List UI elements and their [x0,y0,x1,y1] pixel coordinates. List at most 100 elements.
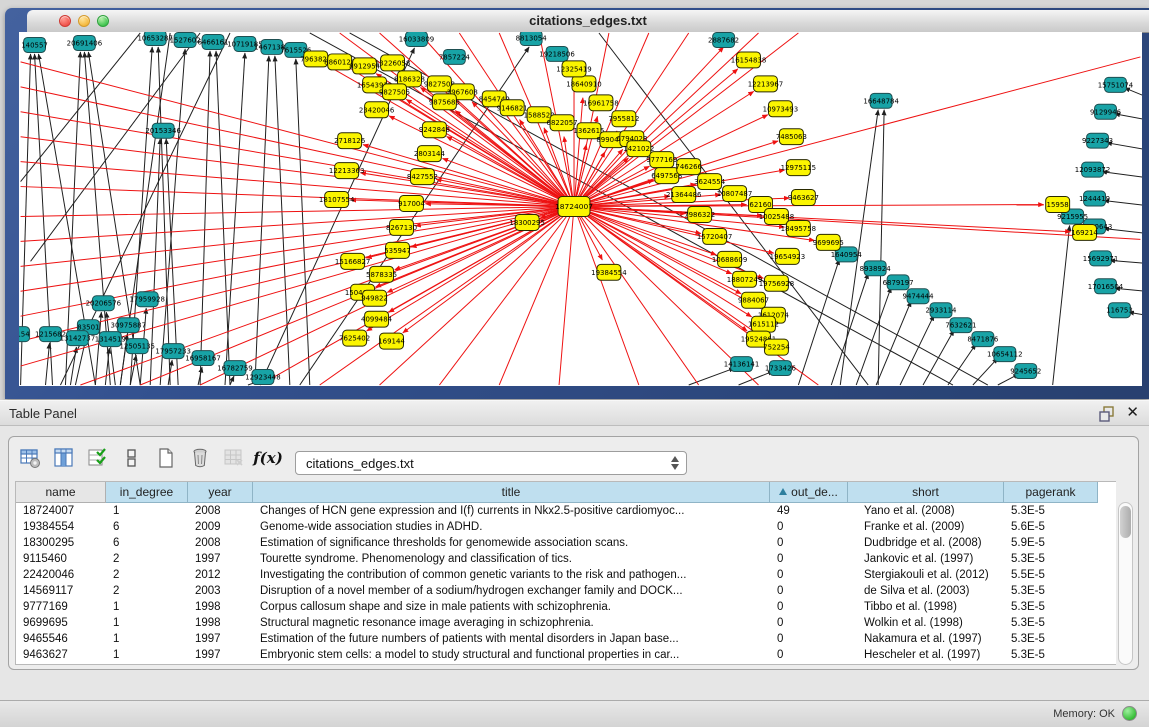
graph-node[interactable]: 2887682 [708,32,739,47]
table-cell[interactable]: 14569117 [16,583,106,599]
column-header-out-de-[interactable]: out_de... [770,482,848,503]
table-cell[interactable]: 49 [770,503,848,519]
table-cell[interactable]: 0 [770,583,848,599]
graph-node[interactable]: 14136141 [724,357,759,372]
graph-node[interactable]: 19756928 [759,275,794,291]
table-row[interactable]: 911546021997Tourette syndrome. Phenomeno… [16,551,1116,567]
close-panel-icon[interactable]: ✕ [1126,404,1139,422]
graph-node[interactable]: 18107554 [319,192,355,208]
table-cell[interactable]: 0 [770,551,848,567]
graph-node[interactable]: 746266 [675,159,702,175]
graph-node[interactable]: 9227343 [1082,133,1113,148]
delete-columns-icon[interactable] [187,445,213,471]
graph-node[interactable]: 8427552 [407,169,438,185]
graph-node[interactable]: 535947 [384,242,411,258]
graph-node[interactable]: 7857224 [439,49,471,64]
graph-node[interactable]: 9129946 [1090,104,1121,119]
table-cell[interactable]: 1997 [188,551,253,567]
graph-node[interactable]: 10688609 [712,251,747,267]
table-row[interactable]: 1872400712008Changes of HCN gene express… [16,503,1116,519]
table-row[interactable]: 946362711997Embryonic stem cells: a mode… [16,647,1116,663]
table-cell[interactable]: 1998 [188,615,253,631]
table-cell[interactable]: 9699695 [16,615,106,631]
graph-node[interactable]: 9827505 [379,84,410,100]
graph-node[interactable]: 7986322 [684,207,715,223]
graph-node[interactable]: 16648784 [863,93,899,108]
graph-node[interactable]: 9463627 [788,190,819,206]
table-cell[interactable]: Nakamura et al. (1997) [848,631,1004,647]
table-cell[interactable]: 9463627 [16,647,106,663]
scrollbar-thumb[interactable] [1120,506,1131,538]
column-header-short[interactable]: short [848,482,1004,503]
delete-table-icon[interactable] [221,445,247,471]
table-cell[interactable]: 2 [106,551,188,567]
table-cell[interactable]: 1 [106,599,188,615]
graph-node[interactable]: 9242848 [419,122,450,138]
graph-node[interactable]: 6466161 [198,34,229,49]
vertical-scrollbar[interactable] [1118,502,1133,665]
table-cell[interactable]: Embryonic stem cells: a model to study s… [253,647,770,663]
graph-node[interactable]: 9875685 [429,94,460,110]
graph-node[interactable]: 12213967 [748,76,783,92]
graph-node[interactable]: 7632621 [945,318,976,333]
table-cell[interactable]: 9777169 [16,599,106,615]
float-panel-icon[interactable] [1099,406,1115,422]
table-cell[interactable]: Structural magnetic resonance image aver… [253,615,770,631]
table-cell[interactable]: 2009 [188,519,253,535]
table-row[interactable]: 1830029562008Estimation of significance … [16,535,1116,551]
table-row[interactable]: 946554611997Estimation of the future num… [16,631,1116,647]
table-cell[interactable]: Franke et al. (2009) [848,519,1004,535]
table-cell[interactable]: 2008 [188,535,253,551]
table-cell[interactable]: 5.3E-5 [1004,503,1098,519]
graph-node[interactable]: 10973493 [763,101,798,117]
graph-node[interactable]: 2933114 [925,303,957,318]
table-cell[interactable]: Tourette syndrome. Phenomenology and cla… [253,551,770,567]
graph-node[interactable]: 8267130 [386,219,417,235]
table-row[interactable]: 1938455462009Genome-wide association stu… [16,519,1116,535]
table-cell[interactable]: 9465546 [16,631,106,647]
table-cell[interactable]: 1 [106,631,188,647]
graph-node[interactable]: 17016504 [1088,279,1124,294]
graph-node[interactable]: 8813054 [516,32,548,45]
table-cell[interactable]: 0 [770,567,848,583]
graph-node[interactable]: 10654112 [987,347,1022,362]
table-cell[interactable]: 2003 [188,583,253,599]
table-cell[interactable]: 0 [770,631,848,647]
graph-node[interactable]: 1527602 [170,32,201,47]
graph-node[interactable]: 18724007 [555,197,593,217]
create-column-icon[interactable] [153,445,179,471]
table-cell[interactable]: 2008 [188,503,253,519]
graph-node[interactable]: 752254 [763,339,790,355]
graph-node[interactable]: 2718126 [334,133,365,149]
table-cell[interactable]: 18724007 [16,503,106,519]
table-cell[interactable]: Jankovic et al. (1997) [848,551,1004,567]
table-cell[interactable]: 1 [106,615,188,631]
table-cell[interactable]: 5.9E-5 [1004,535,1098,551]
graph-node[interactable]: 7955812 [608,111,639,127]
graph-node[interactable]: 116753 [1106,303,1133,318]
table-mode-icon[interactable] [17,445,43,471]
table-cell[interactable]: 5.3E-5 [1004,631,1098,647]
graph-node[interactable]: 1615112 [748,316,779,332]
graph-node[interactable]: 1733426 [765,361,796,376]
table-cell[interactable]: 0 [770,599,848,615]
table-cell[interactable]: 18300295 [16,535,106,551]
column-header-pagerank[interactable]: pagerank [1004,482,1098,503]
select-columns-icon[interactable] [85,445,111,471]
table-cell[interactable]: 1 [106,503,188,519]
table-cell[interactable]: 6 [106,535,188,551]
memory-status-indicator[interactable] [1122,706,1137,721]
table-cell[interactable]: Wolkin et al. (1998) [848,615,1004,631]
table-cell[interactable]: 0 [770,647,848,663]
table-cell[interactable]: Corpus callosum shape and size in male p… [253,599,770,615]
graph-node[interactable]: 15751074 [1098,77,1134,92]
graph-node[interactable]: 8471876 [967,332,998,347]
table-cell[interactable]: 5.3E-5 [1004,551,1098,567]
table-compact-icon[interactable] [119,445,145,471]
table-cell[interactable]: 0 [770,615,848,631]
table-cell[interactable]: 5.3E-5 [1004,615,1098,631]
table-cell[interactable]: 2 [106,567,188,583]
table-cell[interactable]: 0 [770,519,848,535]
graph-node[interactable]: 7625402 [339,330,370,346]
graph-node[interactable]: 10653287 [137,32,172,45]
